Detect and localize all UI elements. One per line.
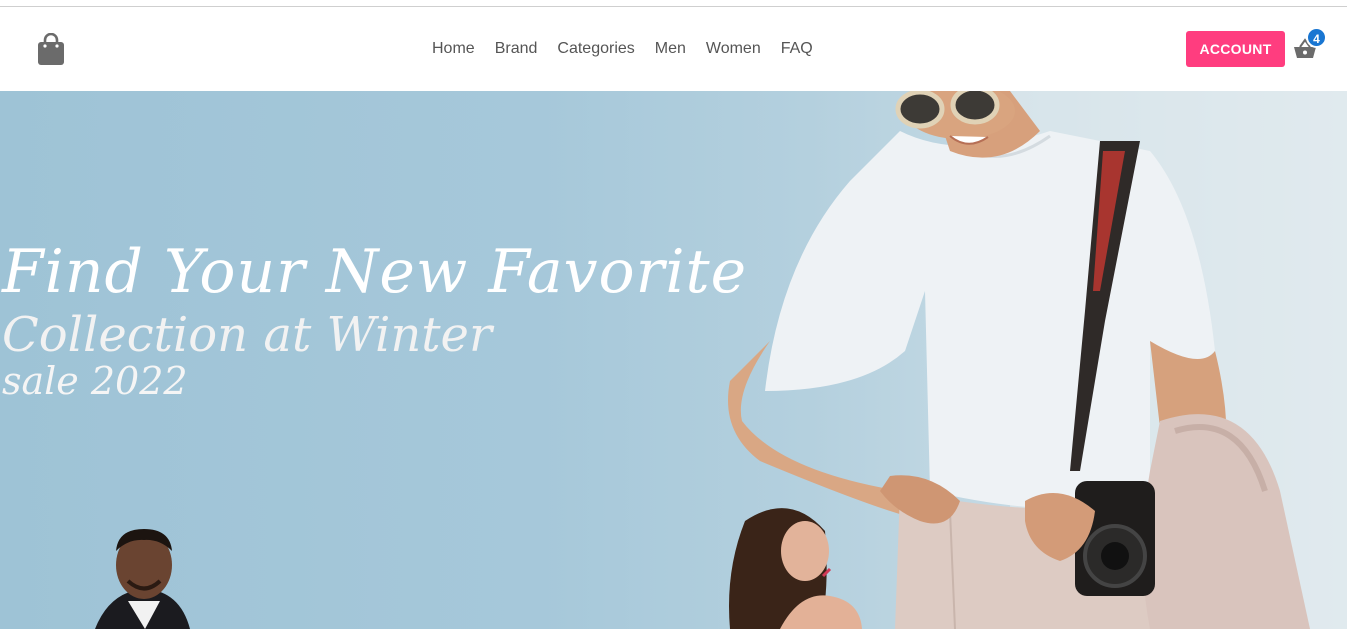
hero-headline-line3: sale 2022: [2, 359, 188, 403]
nav-home[interactable]: Home: [432, 40, 475, 58]
nav-categories[interactable]: Categories: [557, 40, 634, 58]
nav-men[interactable]: Men: [655, 40, 686, 58]
main-nav: Home Brand Categories Men Women FAQ: [432, 40, 833, 58]
shopping-bag-icon[interactable]: [37, 33, 65, 66]
cart-count-badge: 4: [1306, 27, 1327, 48]
nav-brand[interactable]: Brand: [495, 40, 538, 58]
hero-headline-line2: Collection at Winter: [2, 307, 492, 363]
hero-headline-line1: Find Your New Favorite: [2, 237, 748, 307]
nav-women[interactable]: Women: [706, 40, 761, 58]
nav-faq[interactable]: FAQ: [781, 40, 813, 58]
account-button[interactable]: ACCOUNT: [1186, 31, 1285, 67]
site-header: Home Brand Categories Men Women FAQ ACCO…: [0, 7, 1347, 91]
hero-banner: Find Your New Favorite Collection at Win…: [0, 91, 1347, 629]
